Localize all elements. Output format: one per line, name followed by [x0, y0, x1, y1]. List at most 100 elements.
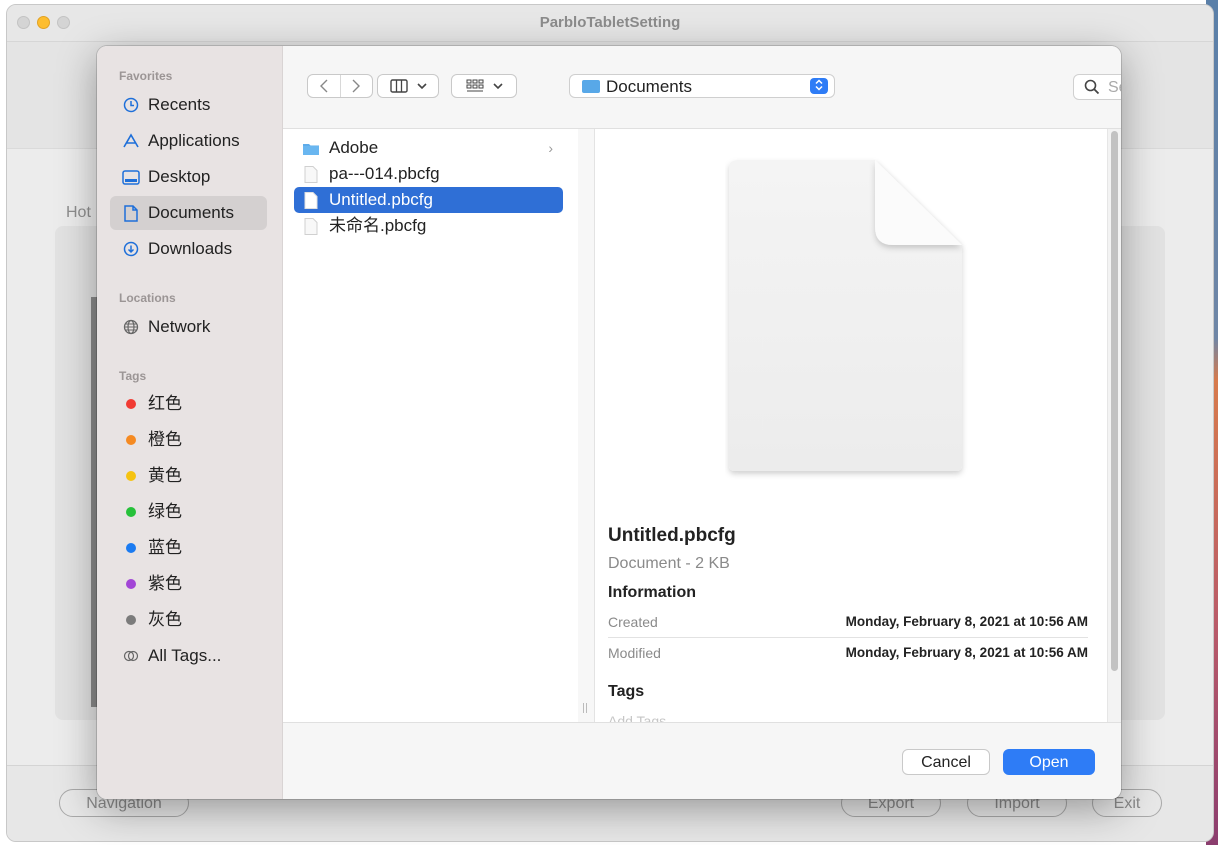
chevron-right-icon — [352, 79, 361, 93]
file-list-column: Adobe › pa---014.pbcfg Untitled.pbcfg 未命… — [283, 129, 579, 722]
document-icon — [121, 196, 141, 230]
search-icon — [1084, 79, 1100, 95]
nav-back-forward-group — [307, 74, 373, 98]
title-bar: ParbloTabletSetting — [7, 5, 1213, 42]
sidebar-tag-green[interactable]: 绿色 — [110, 495, 267, 529]
locations-heading: Locations — [119, 291, 176, 305]
open-button[interactable]: Open — [1003, 749, 1095, 775]
globe-icon — [121, 310, 141, 344]
sidebar-tag-red[interactable]: 红色 — [110, 387, 267, 421]
add-tags-field[interactable]: Add Tags... — [608, 713, 678, 722]
scrollbar-thumb[interactable] — [1111, 131, 1118, 671]
file-icon — [304, 218, 318, 235]
sidebar-item-recents[interactable]: Recents — [110, 88, 267, 122]
sidebar-item-label: 紫色 — [148, 574, 182, 593]
file-name: pa---014.pbcfg — [329, 164, 440, 183]
tag-color-dot-icon — [121, 387, 141, 421]
sidebar-item-label: 蓝色 — [148, 538, 182, 557]
clock-icon — [121, 88, 141, 122]
sidebar-item-documents[interactable]: Documents — [110, 196, 267, 230]
created-row: Created Monday, February 8, 2021 at 10:5… — [608, 607, 1088, 638]
chevron-down-icon — [492, 82, 503, 89]
sidebar-tag-purple[interactable]: 紫色 — [110, 567, 267, 601]
folder-icon — [582, 80, 600, 93]
hotkey-section-label: Hot — [66, 204, 91, 221]
sidebar: Favorites Recents Applications Desktop D… — [97, 46, 283, 799]
search-input[interactable] — [1106, 78, 1121, 98]
sidebar-item-desktop[interactable]: Desktop — [110, 160, 267, 194]
columns-view-icon — [389, 79, 408, 93]
sidebar-item-label: 灰色 — [148, 610, 182, 629]
forward-button[interactable] — [341, 75, 373, 97]
back-button[interactable] — [308, 75, 341, 97]
resize-grip-icon — [583, 703, 587, 713]
all-tags-icon — [121, 639, 141, 673]
sidebar-item-label: All Tags... — [148, 646, 222, 665]
applications-icon — [121, 124, 141, 158]
information-heading: Information — [608, 584, 696, 601]
view-mode-button[interactable] — [377, 74, 439, 98]
tag-color-dot-icon — [121, 495, 141, 529]
cancel-button[interactable]: Cancel — [902, 749, 990, 775]
sidebar-item-label: Documents — [148, 203, 234, 222]
tag-color-dot-icon — [121, 603, 141, 637]
tag-color-dot-icon — [121, 423, 141, 457]
tags-heading: Tags — [119, 369, 147, 383]
chevron-down-icon — [416, 82, 427, 89]
sidebar-item-applications[interactable]: Applications — [110, 124, 267, 158]
preview-pane: Untitled.pbcfg Document - 2 KB Informati… — [595, 129, 1105, 722]
file-row-untitled[interactable]: Untitled.pbcfg — [294, 187, 563, 213]
sidebar-tag-orange[interactable]: 橙色 — [110, 423, 267, 457]
file-icon — [304, 166, 318, 183]
favorites-heading: Favorites — [119, 69, 173, 83]
file-name: 未命名.pbcfg — [329, 216, 427, 235]
download-icon — [121, 232, 141, 266]
file-name: Untitled.pbcfg — [329, 190, 433, 209]
sidebar-item-label: 橙色 — [148, 430, 182, 449]
file-name: Adobe — [329, 138, 379, 157]
created-value: Monday, February 8, 2021 at 10:56 AM — [845, 614, 1088, 629]
file-row-pa014[interactable]: pa---014.pbcfg — [294, 161, 563, 187]
group-by-button[interactable] — [451, 74, 517, 98]
preview-file-kind: Document - 2 KB — [608, 555, 730, 572]
sidebar-item-label: Applications — [148, 131, 240, 150]
open-file-dialog: Favorites Recents Applications Desktop D… — [97, 46, 1121, 799]
file-row-weimingming[interactable]: 未命名.pbcfg — [294, 213, 563, 239]
sidebar-item-label: Desktop — [148, 167, 211, 186]
preview-file-name: Untitled.pbcfg — [608, 525, 736, 546]
location-popup[interactable]: Documents — [569, 74, 835, 98]
file-row-adobe[interactable]: Adobe › — [294, 135, 563, 161]
tag-color-dot-icon — [121, 567, 141, 601]
dialog-toolbar: Documents — [283, 46, 1121, 129]
window-title: ParbloTabletSetting — [539, 14, 681, 31]
tags-heading: Tags — [608, 683, 645, 700]
search-field[interactable] — [1073, 74, 1121, 100]
chevron-left-icon — [319, 79, 328, 93]
document-preview-icon — [729, 160, 962, 471]
sidebar-item-downloads[interactable]: Downloads — [110, 232, 267, 266]
sidebar-item-label: 黄色 — [148, 466, 182, 485]
sidebar-item-label: 绿色 — [148, 502, 182, 521]
modified-value: Monday, February 8, 2021 at 10:56 AM — [845, 645, 1088, 660]
sidebar-tag-gray[interactable]: 灰色 — [110, 603, 267, 637]
chevron-right-icon: › — [548, 140, 553, 156]
sidebar-item-label: Network — [148, 317, 211, 336]
sidebar-item-network[interactable]: Network — [110, 310, 267, 344]
folder-icon — [303, 144, 319, 155]
modified-label: Modified — [608, 645, 661, 661]
location-label: Documents — [606, 77, 692, 96]
sidebar-tag-blue[interactable]: 蓝色 — [110, 531, 267, 565]
preview-scrollbar[interactable] — [1107, 129, 1121, 722]
sidebar-item-label: Recents — [148, 95, 211, 114]
sidebar-all-tags[interactable]: All Tags... — [110, 639, 267, 673]
column-resize-handle[interactable] — [578, 129, 595, 722]
file-icon — [304, 192, 318, 209]
desktop-icon — [121, 160, 141, 194]
sidebar-item-label: 红色 — [148, 394, 182, 413]
grid-icon — [466, 79, 483, 92]
sidebar-item-label: Downloads — [148, 239, 233, 258]
tag-color-dot-icon — [121, 531, 141, 565]
sidebar-tag-yellow[interactable]: 黄色 — [110, 459, 267, 493]
popup-stepper-icon — [810, 78, 828, 94]
dialog-footer: Cancel Open — [283, 722, 1121, 799]
